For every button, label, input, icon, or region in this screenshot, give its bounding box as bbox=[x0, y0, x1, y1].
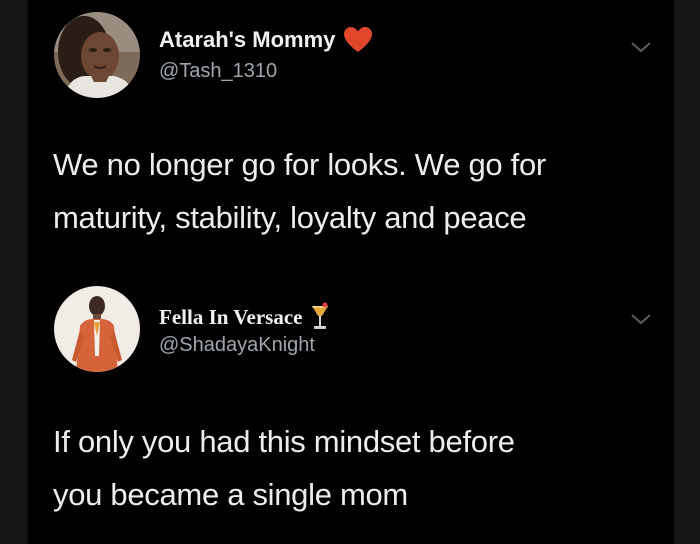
chevron-down-icon[interactable] bbox=[630, 40, 652, 54]
tweet-text-line: We no longer go for looks. We go for bbox=[53, 147, 546, 182]
author-name-row: Atarah's Mommy bbox=[159, 26, 373, 53]
author-handle[interactable]: @Tash_1310 bbox=[159, 60, 277, 83]
tweet[interactable]: Fella In Versace @ShadayaKnight If only … bbox=[28, 268, 674, 544]
tweet-text-line: If only you had this mindset before bbox=[53, 424, 515, 459]
tweet-text-line: you became a single mom bbox=[53, 477, 408, 512]
avatar[interactable] bbox=[54, 286, 140, 372]
timeline: Atarah's Mommy @Tash_1310 We no longer g… bbox=[28, 0, 674, 544]
display-name[interactable]: Fella In Versace bbox=[159, 305, 302, 330]
screenshot-frame: Atarah's Mommy @Tash_1310 We no longer g… bbox=[0, 0, 700, 544]
author-handle[interactable]: @ShadayaKnight bbox=[159, 334, 315, 357]
drink-icon bbox=[310, 302, 330, 332]
profile-photo bbox=[54, 12, 140, 98]
avatar[interactable] bbox=[54, 12, 140, 98]
heart-icon bbox=[343, 26, 373, 53]
tweet-text: If only you had this mindset before you … bbox=[53, 415, 662, 521]
tweet-text-line: maturity, stability, loyalty and peace bbox=[53, 200, 527, 235]
tweet[interactable]: Atarah's Mommy @Tash_1310 We no longer g… bbox=[28, 0, 674, 268]
display-name[interactable]: Atarah's Mommy bbox=[159, 27, 335, 53]
tweet-text: We no longer go for looks. We go for mat… bbox=[53, 138, 662, 244]
profile-photo bbox=[54, 286, 140, 372]
author-name-row: Fella In Versace bbox=[159, 302, 330, 332]
chevron-down-icon[interactable] bbox=[630, 312, 652, 326]
